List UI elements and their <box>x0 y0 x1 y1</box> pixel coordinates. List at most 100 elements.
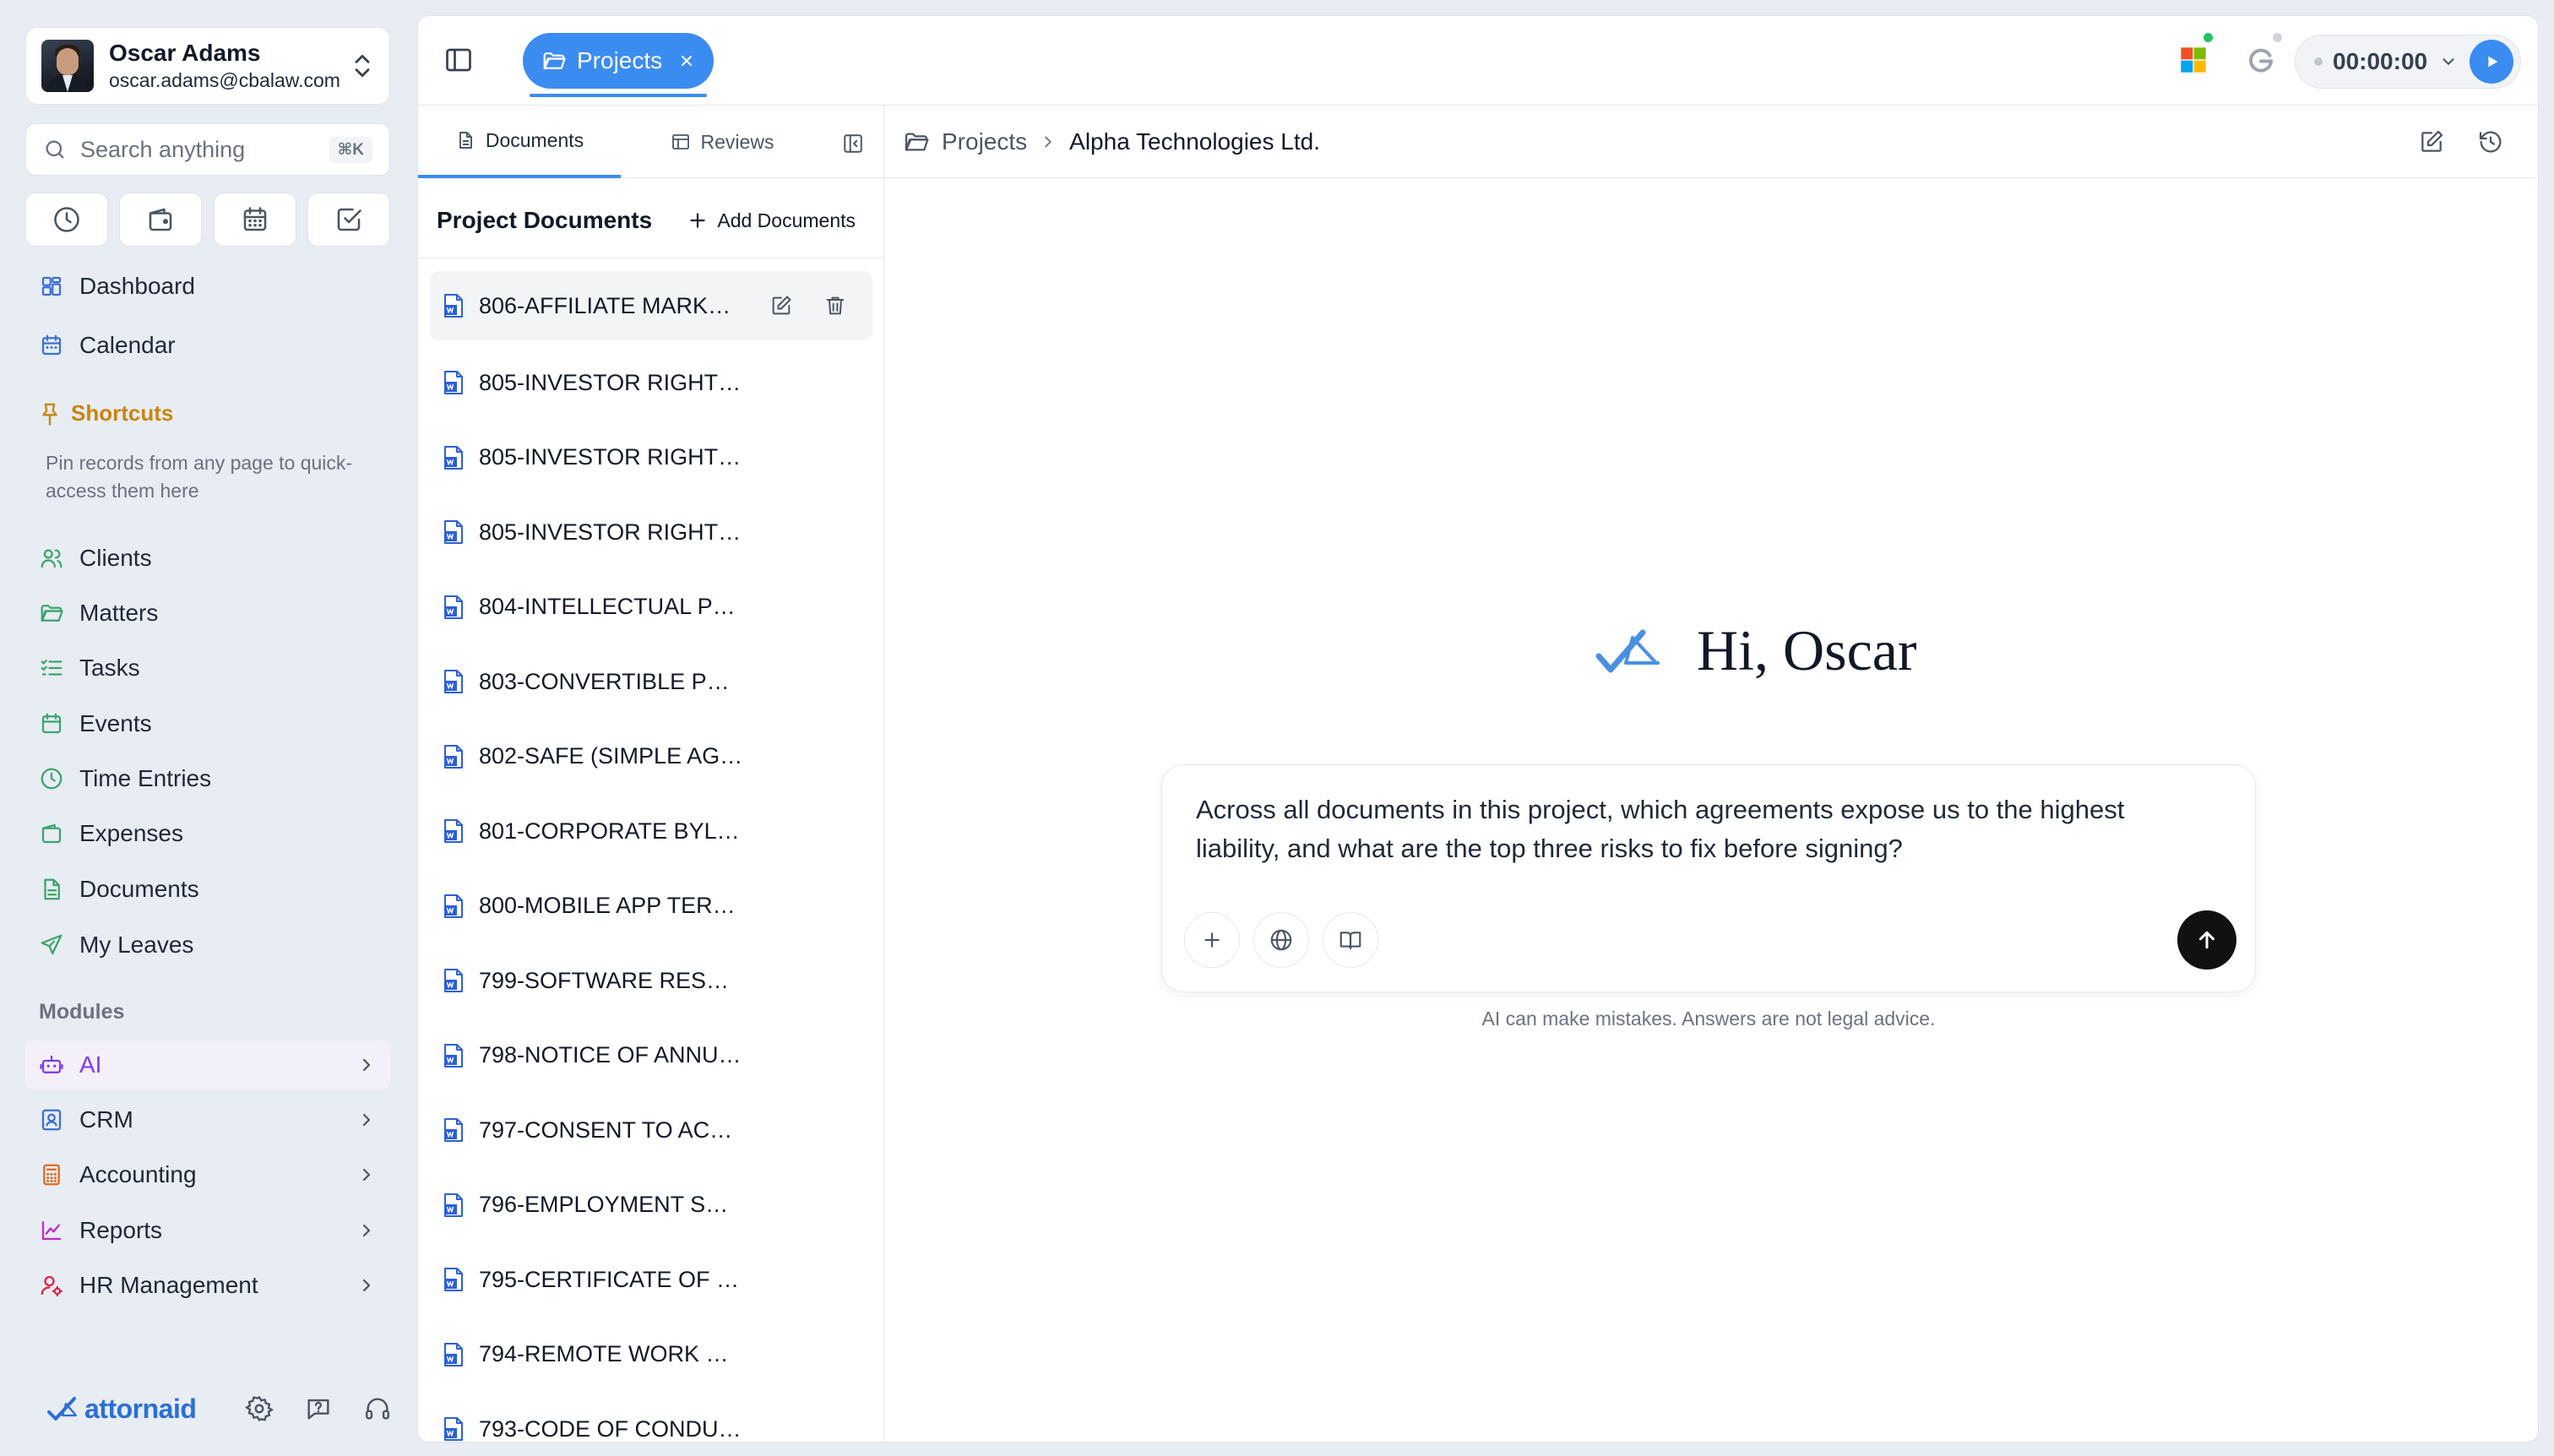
trash-icon[interactable] <box>823 294 847 318</box>
nav-dashboard[interactable]: Dashboard <box>25 262 390 311</box>
library-button[interactable] <box>1323 912 1378 968</box>
tab-reviews[interactable]: Reviews <box>621 106 823 178</box>
web-search-button[interactable] <box>1253 912 1309 968</box>
new-chat-icon[interactable] <box>2418 128 2445 155</box>
document-row[interactable]: 800-MOBILE APP TER… <box>430 869 872 944</box>
breadcrumb: Projects Alpha Technologies Ltd. <box>884 106 2538 178</box>
quick-time-button[interactable] <box>25 193 108 247</box>
nav-matters[interactable]: Matters <box>25 589 390 638</box>
folder-icon <box>41 605 63 622</box>
chevron-right-icon <box>362 1224 371 1237</box>
nav-crm[interactable]: CRM <box>25 1095 390 1144</box>
shortcuts-title: Shortcuts <box>39 400 173 426</box>
nav-calendar[interactable]: Calendar <box>25 321 390 370</box>
tab-projects[interactable]: Projects <box>523 33 714 89</box>
collapse-panel-icon[interactable] <box>842 133 864 155</box>
breadcrumb-root[interactable]: Projects <box>942 128 1027 155</box>
prompt-input[interactable]: Across all documents in this project, wh… <box>1161 764 2256 992</box>
document-row[interactable]: 795-CERTIFICATE OF … <box>430 1242 872 1317</box>
google-icon[interactable] <box>2246 45 2276 75</box>
calculator-icon <box>43 1164 60 1186</box>
timer-status-dot <box>2314 57 2323 66</box>
quick-actions <box>25 193 390 247</box>
time-tracker[interactable]: 00:00:00 <box>2295 35 2521 89</box>
document-name: 805-INVESTOR RIGHT… <box>479 369 742 395</box>
nav-my-leaves[interactable]: My Leaves <box>25 921 390 970</box>
chevron-right-icon <box>362 1058 371 1072</box>
prompt-text[interactable]: Across all documents in this project, wh… <box>1196 790 2209 868</box>
sidebar: Oscar Adams oscar.adams@cbalaw.com Searc… <box>0 0 417 1456</box>
nav-time-entries[interactable]: Time Entries <box>25 754 390 803</box>
document-row[interactable]: 803-CONVERTIBLE P… <box>430 644 872 720</box>
greeting-text: Hi, Oscar <box>1697 618 1917 682</box>
document-row[interactable]: 801-CORPORATE BYL… <box>430 794 872 869</box>
app-logo[interactable]: attornaid <box>46 1394 197 1425</box>
send-button[interactable] <box>2177 910 2236 970</box>
nav-documents[interactable]: Documents <box>25 865 390 914</box>
tab-active-indicator <box>530 94 707 97</box>
folder-icon <box>905 133 929 150</box>
nav-expenses[interactable]: Expenses <box>25 809 390 858</box>
document-row[interactable]: 805-INVESTOR RIGHT… <box>430 421 872 496</box>
document-row[interactable]: 797-CONSENT TO AC… <box>430 1093 872 1168</box>
quick-expense-button[interactable] <box>119 193 203 247</box>
quick-task-button[interactable] <box>307 193 390 247</box>
document-row[interactable]: 799-SOFTWARE RES… <box>430 943 872 1019</box>
nav-reports[interactable]: Reports <box>25 1206 390 1255</box>
chat-area: Projects Alpha Technologies Ltd. Hi, Osc… <box>884 106 2538 1442</box>
quick-calendar-button[interactable] <box>213 193 296 247</box>
document-row[interactable]: 805-INVESTOR RIGHT… <box>430 345 872 421</box>
play-button[interactable] <box>2470 40 2513 84</box>
nav-label: Expenses <box>79 820 183 846</box>
microsoft-icon[interactable] <box>2180 46 2207 73</box>
document-name: 794-REMOTE WORK … <box>479 1341 729 1367</box>
plus-icon <box>1204 932 1220 948</box>
word-file-icon <box>444 371 463 395</box>
document-row[interactable]: 805-INVESTOR RIGHT… <box>430 495 872 570</box>
nav-ai[interactable]: AI <box>25 1040 390 1089</box>
word-file-icon <box>444 294 463 318</box>
ai-disclaimer: AI can make mistakes. Answers are not le… <box>1481 1008 1936 1030</box>
document-row[interactable]: 793-CODE OF CONDU… <box>430 1392 872 1442</box>
nav-clients[interactable]: Clients <box>25 534 390 583</box>
chevron-down-icon[interactable] <box>2439 52 2458 71</box>
search-input[interactable]: Search anything ⌘K <box>25 123 390 176</box>
edit-icon[interactable] <box>769 294 793 318</box>
documents-panel: Documents Reviews Project Documents Add … <box>418 106 884 1442</box>
calendar-icon <box>41 334 62 356</box>
document-row[interactable]: 804-INTELLECTUAL P… <box>430 570 872 645</box>
logo-check-icon <box>1595 629 1660 672</box>
word-file-icon <box>444 1268 463 1292</box>
document-name: 801-CORPORATE BYL… <box>479 818 740 844</box>
help-chat-icon[interactable] <box>304 1394 333 1423</box>
gear-icon[interactable] <box>245 1394 274 1423</box>
attach-button[interactable] <box>1184 912 1240 968</box>
plus-icon <box>690 213 706 228</box>
document-row[interactable]: 796-EMPLOYMENT S… <box>430 1168 872 1243</box>
document-row[interactable]: 798-NOTICE OF ANNU… <box>430 1019 872 1094</box>
nav-events[interactable]: Events <box>25 699 390 748</box>
document-row[interactable]: 794-REMOTE WORK … <box>430 1317 872 1393</box>
history-icon[interactable] <box>2477 128 2504 155</box>
word-file-icon <box>444 520 463 545</box>
chevron-right-icon <box>362 1168 371 1182</box>
sidebar-toggle-icon[interactable] <box>443 45 474 75</box>
nav-hr-management[interactable]: HR Management <box>25 1261 390 1310</box>
arrow-up-icon <box>2199 931 2214 949</box>
close-icon[interactable] <box>678 52 695 69</box>
clock-icon <box>54 207 79 232</box>
nav-accounting[interactable]: Accounting <box>25 1150 390 1199</box>
user-switcher[interactable]: Oscar Adams oscar.adams@cbalaw.com <box>25 27 390 105</box>
tab-documents[interactable]: Documents <box>418 106 621 178</box>
nav-label: Dashboard <box>79 273 195 299</box>
search-icon <box>46 140 64 159</box>
document-name: 803-CONVERTIBLE P… <box>479 668 730 694</box>
document-row[interactable]: 802-SAFE (SIMPLE AG… <box>430 720 872 795</box>
nav-tasks[interactable]: Tasks <box>25 644 390 693</box>
headset-icon[interactable] <box>363 1394 392 1423</box>
documents-header: Project Documents Add Documents <box>437 195 867 246</box>
add-documents-button[interactable]: Add Documents <box>687 209 867 232</box>
document-row[interactable]: 806-AFFILIATE MARK… <box>430 271 872 340</box>
search-placeholder: Search anything <box>80 136 246 162</box>
google-status-dot <box>2273 33 2282 42</box>
